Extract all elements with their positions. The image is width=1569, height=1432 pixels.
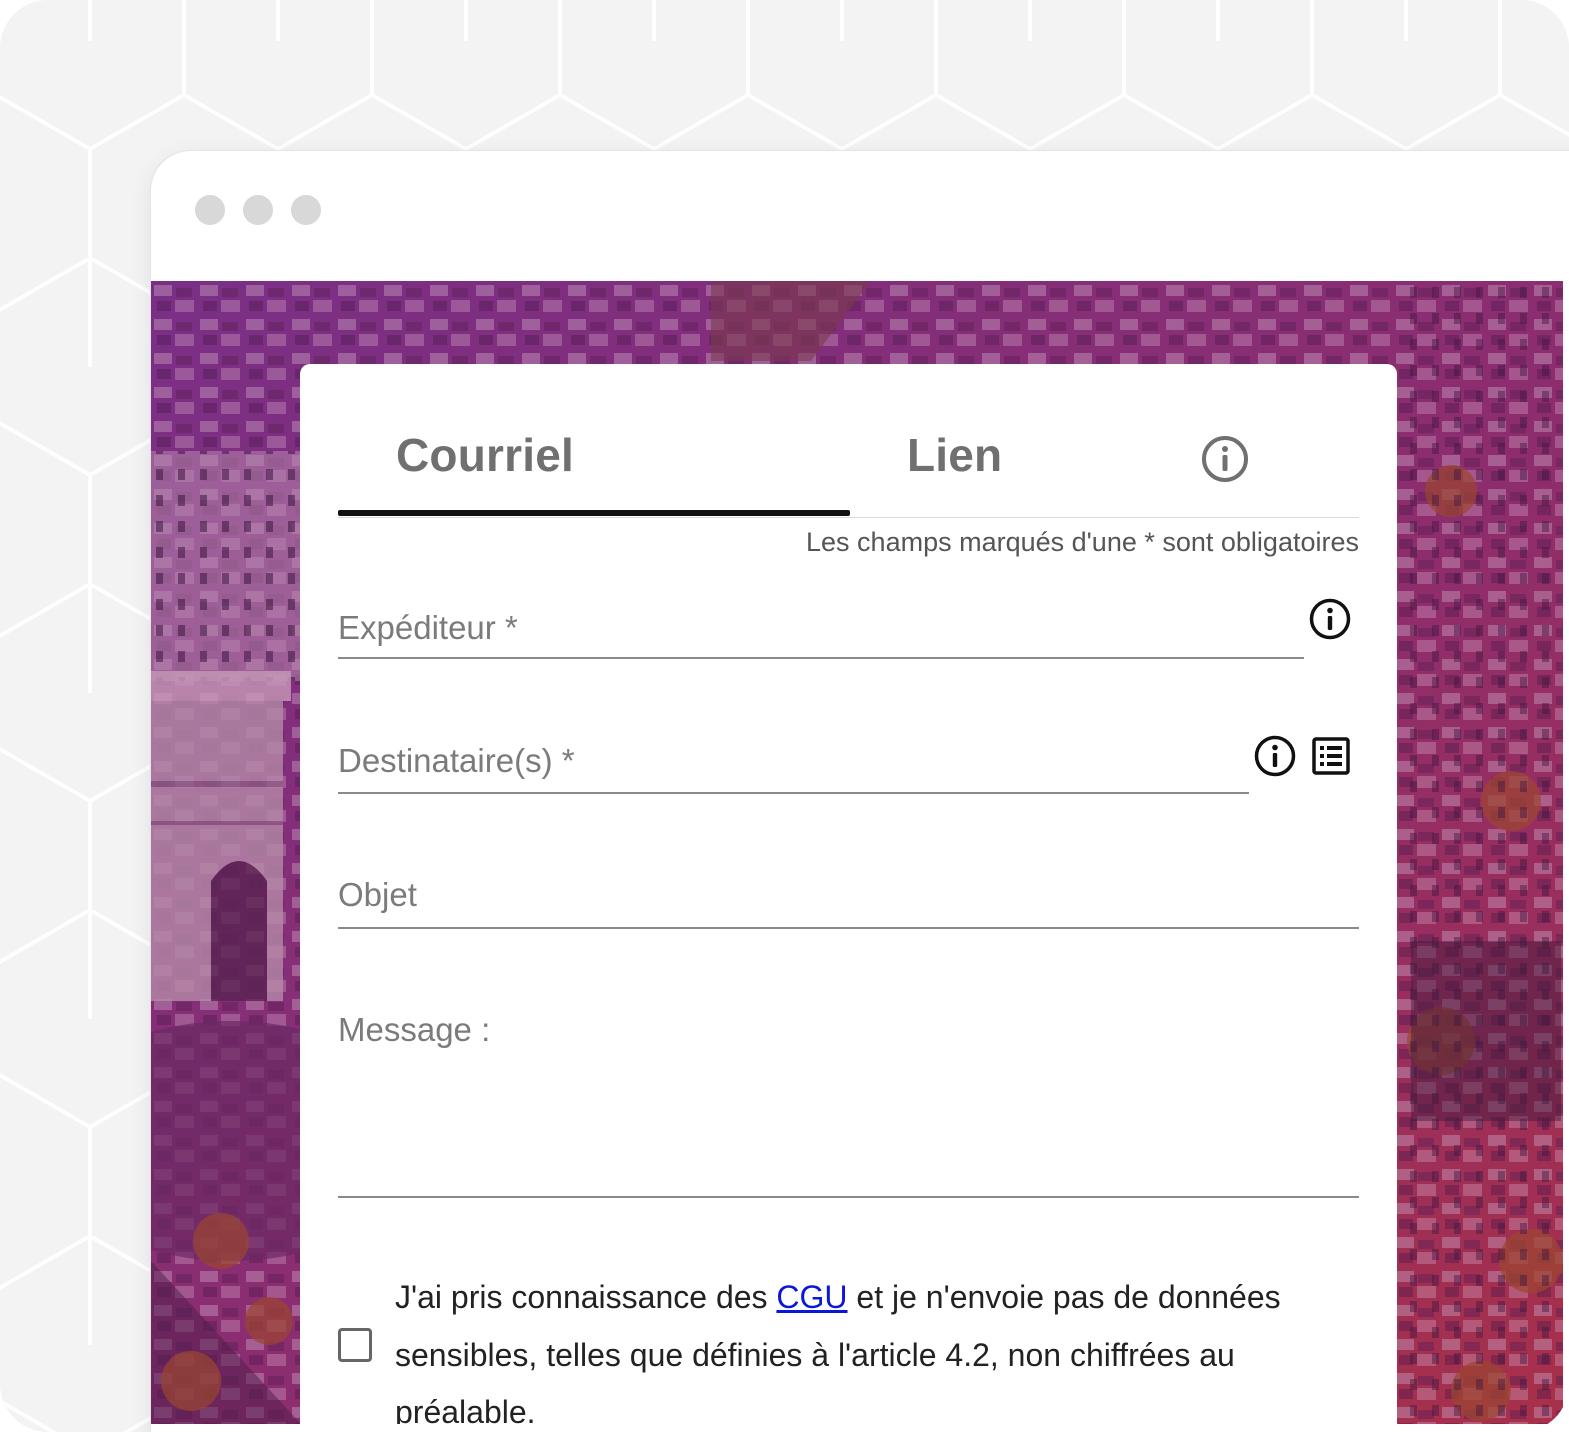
recipients-info-icon[interactable] (1253, 734, 1297, 778)
tab-courriel[interactable]: Courriel (396, 428, 574, 482)
tab-lien[interactable]: Lien (907, 428, 1002, 482)
terms-checkbox[interactable] (338, 1328, 372, 1362)
info-circle-icon[interactable] (1200, 434, 1250, 484)
recipients-field-underline (338, 792, 1249, 794)
tabs-divider (338, 517, 1359, 518)
sender-info-icon[interactable] (1308, 597, 1352, 641)
browser-titlebar (151, 151, 1569, 281)
active-tab-indicator (338, 510, 850, 516)
terms-consent-text: J'ai pris connaissance des CGU et je n'e… (395, 1269, 1335, 1424)
browser-window: Courriel Lien Les champs marqués d'une *… (151, 151, 1569, 1432)
screenshot-frame: Courriel Lien Les champs marqués d'une *… (0, 0, 1569, 1432)
contact-list-icon[interactable] (1309, 734, 1353, 778)
recipients-field[interactable]: Destinataire(s) * (338, 735, 1359, 812)
recipients-field-label: Destinataire(s) * (338, 742, 575, 779)
message-textarea[interactable]: Message : (338, 1011, 1359, 1221)
mode-tabs: Courriel Lien (338, 414, 1359, 518)
subject-field[interactable]: Objet (338, 876, 1359, 946)
page-viewport: Courriel Lien Les champs marqués d'une *… (151, 281, 1563, 1424)
message-field-label: Message : (338, 1011, 491, 1048)
sender-field[interactable]: Expéditeur * (338, 598, 1359, 677)
sender-field-label: Expéditeur * (338, 609, 518, 646)
window-close-dot[interactable] (195, 195, 225, 225)
subject-field-label: Objet (338, 876, 417, 913)
terms-text-before: J'ai pris connaissance des (395, 1279, 777, 1315)
subject-field-underline (338, 927, 1359, 929)
transfer-form-card: Courriel Lien Les champs marqués d'une *… (300, 364, 1397, 1424)
window-maximize-dot[interactable] (291, 195, 321, 225)
sender-field-underline (338, 657, 1304, 659)
cgu-link[interactable]: CGU (776, 1279, 847, 1315)
message-field-underline (338, 1196, 1359, 1198)
window-minimize-dot[interactable] (243, 195, 273, 225)
required-fields-note: Les champs marqués d'une * sont obligato… (806, 527, 1359, 557)
